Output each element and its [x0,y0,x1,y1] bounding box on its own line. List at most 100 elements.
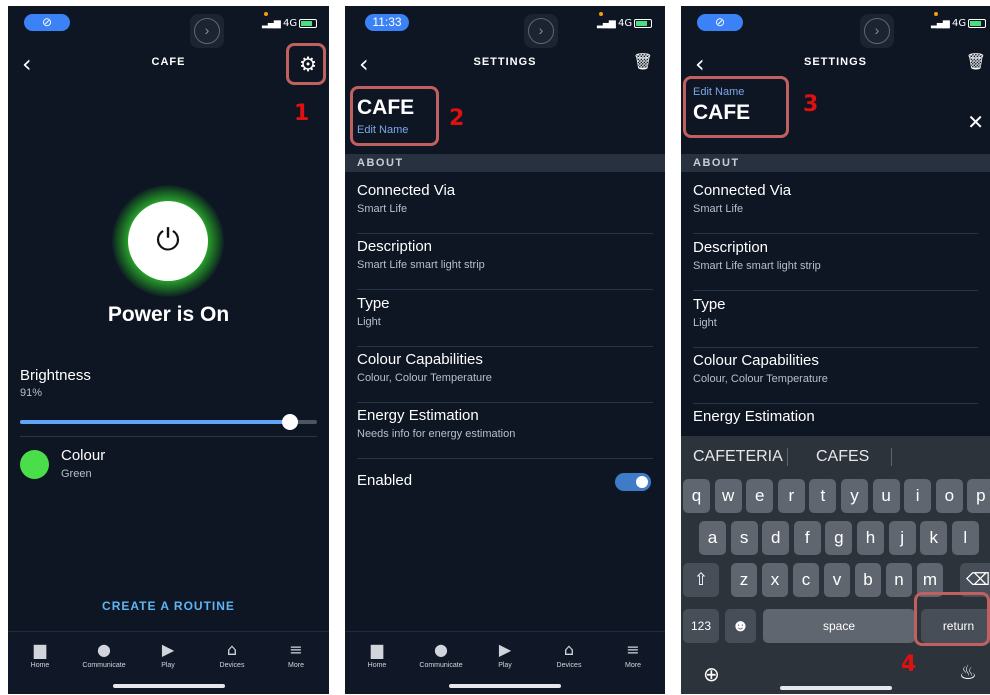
page-title: SETTINGS [473,56,537,68]
page-title: SETTINGS [803,56,867,68]
key-r[interactable]: r [777,479,805,513]
clock: 11:33 [365,14,409,31]
annotation-box [350,86,439,146]
nav-communicate[interactable]: ● Communicate [411,640,471,669]
signal-icon: ▂▄▆ [931,19,950,29]
space-key[interactable]: space [763,609,915,643]
chevron-right-icon: › [864,18,890,44]
nav-devices[interactable]: ⌂ Devices [202,640,262,669]
battery-icon [299,18,318,28]
key-b[interactable]: b [855,563,881,597]
key-y[interactable]: y [841,479,868,513]
list-item[interactable]: Type Light [357,291,653,347]
nav-play[interactable]: ▶ Play [138,640,198,669]
key-d[interactable]: d [762,521,790,555]
mic-indicator [264,12,268,16]
key-q[interactable]: q [683,479,710,513]
nav-home[interactable]: ▆ Home [10,640,70,669]
key-n[interactable]: n [886,563,912,597]
network-label: 4G [617,18,633,29]
home-icon: ▆ [33,640,47,659]
key-h[interactable]: h [857,521,884,555]
annotation-number: 1 [294,101,310,126]
nav-play[interactable]: ▶ Play [475,640,535,669]
signal-battery: ▂▄▆ 4G [262,18,318,29]
chevron-right-icon: › [194,18,220,44]
key-e[interactable]: e [746,479,774,513]
microphone-icon[interactable]: ♨ [959,660,977,684]
nav-communicate[interactable]: ● Communicate [74,640,134,669]
key-k[interactable]: k [920,521,948,555]
status-bar: ⊘ › ▂▄▆ 4G [681,6,990,48]
close-icon[interactable]: ✕ [967,110,984,134]
screen-share-button[interactable]: › [524,14,558,48]
divider [787,448,788,466]
list-item[interactable]: Description Smart Life smart light strip [357,234,653,290]
list-item[interactable]: Energy Estimation Needs info for energy e… [357,403,653,459]
nav-devices[interactable]: ⌂ Devices [539,640,599,669]
divider [891,448,892,466]
suggestion[interactable]: CAFETERIA [693,448,783,466]
list-item[interactable]: Type Light [693,292,978,348]
key-s[interactable]: s [730,521,758,555]
colour-swatch[interactable] [20,450,49,479]
key-z[interactable]: z [731,563,757,597]
numbers-key[interactable]: 123 [683,609,719,643]
suggestion[interactable]: CAFES [816,448,869,466]
enabled-label: Enabled [357,472,413,489]
home-indicator [449,684,561,688]
devices-icon: ⌂ [226,640,238,659]
globe-icon[interactable]: ⊕ [703,662,720,686]
signal-battery: ▂▄▆ 4G [931,18,987,29]
emoji-icon[interactable]: ☻ [725,609,756,643]
signal-icon: ▂▄▆ [597,19,616,29]
list-item[interactable]: Connected Via Smart Life [693,178,978,234]
key-o[interactable]: o [935,479,963,513]
key-v[interactable]: v [824,563,850,597]
list-item[interactable]: Colour Capabilities Colour, Colour Temper… [357,347,653,403]
screen-share-button[interactable]: › [190,14,224,48]
nav-more[interactable]: ≡ More [266,640,326,669]
colour-label[interactable]: Colour [61,447,105,464]
list-item[interactable]: Description Smart Life smart light strip [693,235,978,291]
nav-home[interactable]: ▆ Home [347,640,407,669]
key-w[interactable]: w [714,479,742,513]
key-u[interactable]: u [872,479,900,513]
shift-key[interactable]: ⇧ [683,563,719,597]
key-a[interactable]: a [699,521,726,555]
nav-more[interactable]: ≡ More [603,640,663,669]
home-indicator [779,686,892,690]
key-c[interactable]: c [793,563,819,597]
power-button[interactable]: ⏻ [128,201,208,281]
key-j[interactable]: j [888,521,916,555]
annotation-number: 4 [901,652,917,677]
key-l[interactable]: l [951,521,979,555]
key-t[interactable]: t [809,479,837,513]
annotation-number: 2 [449,106,465,131]
enabled-toggle[interactable] [615,473,651,491]
trash-icon[interactable]: 🗑 [633,52,653,71]
status-bar: 11:33 › ▂▄▆ 4G [345,6,665,48]
key-i[interactable]: i [904,479,932,513]
key-g[interactable]: g [825,521,853,555]
key-x[interactable]: x [762,563,788,597]
create-routine-link[interactable]: CREATE A ROUTINE [8,599,329,613]
signal-battery: ▂▄▆ 4G [597,18,653,29]
list-item[interactable]: Colour Capabilities Colour, Colour Temper… [693,348,978,404]
colour-value: Green [61,468,92,480]
home-indicator [112,684,225,688]
key-f[interactable]: f [793,521,821,555]
network-label: 4G [282,18,298,29]
chevron-right-icon: › [528,18,554,44]
home-icon: ▆ [370,640,384,659]
key-p[interactable]: p [967,479,990,513]
play-icon: ▶ [161,640,175,659]
brightness-slider[interactable] [20,414,317,430]
screen-share-button[interactable]: › [860,14,894,48]
trash-icon[interactable]: 🗑 [966,52,986,71]
enabled-row: Enabled [357,468,653,524]
brightness-knob[interactable] [282,414,299,430]
list-item[interactable]: Connected Via Smart Life [357,178,653,234]
edit-name-screen: ⊘ › ▂▄▆ 4G ‹ SETTINGS 🗑 Edit Name CAFE ✕… [681,6,990,694]
battery-icon [634,18,653,28]
